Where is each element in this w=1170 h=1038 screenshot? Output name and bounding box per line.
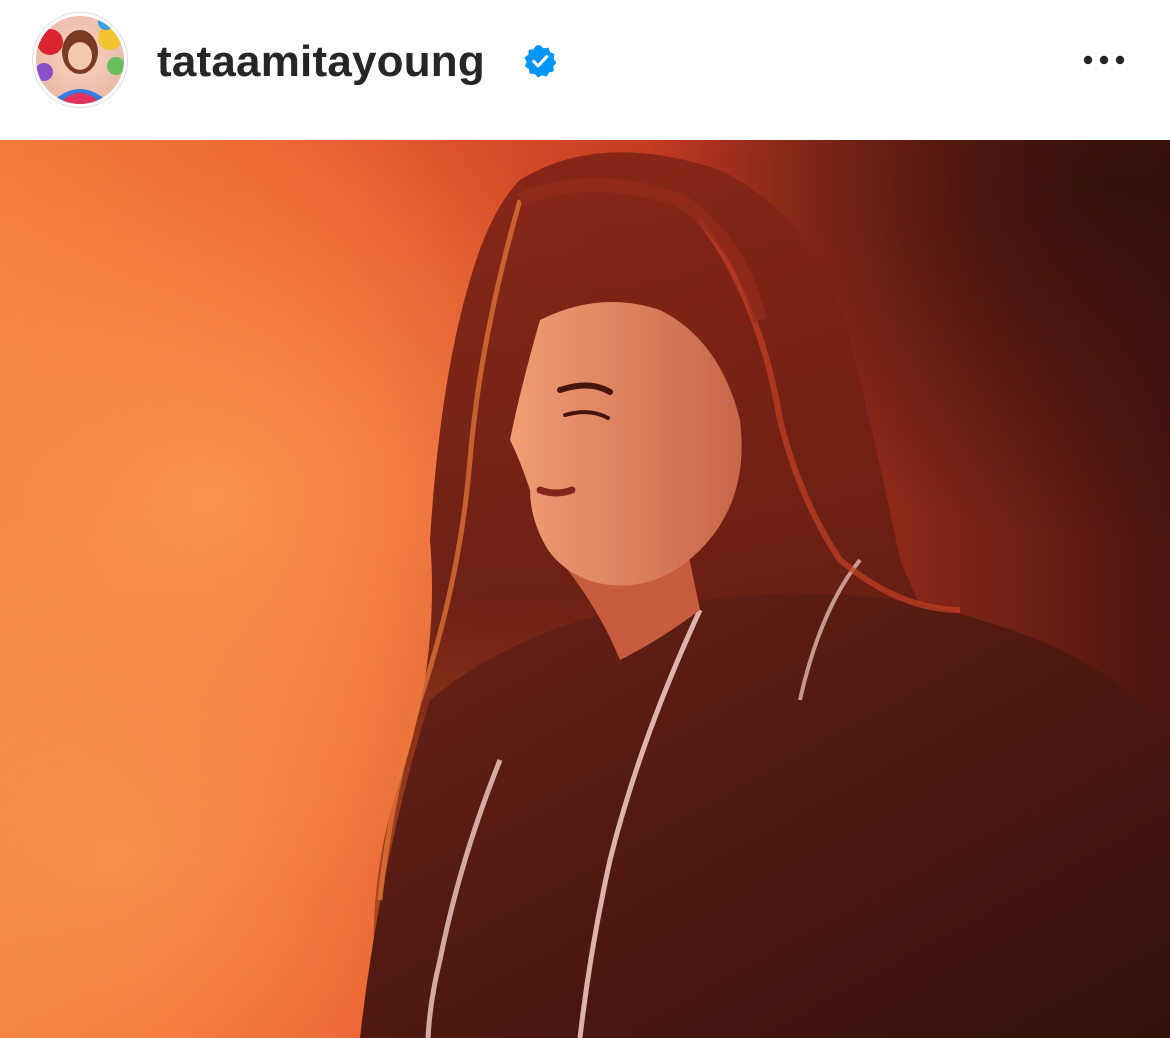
avatar-image bbox=[36, 16, 124, 104]
instagram-post: tataamitayoung bbox=[0, 0, 1170, 1038]
username[interactable]: tataamitayoung bbox=[157, 35, 485, 89]
more-options-button[interactable] bbox=[1072, 40, 1136, 80]
post-photo[interactable] bbox=[0, 140, 1170, 1038]
post-photo-image bbox=[0, 140, 1170, 1038]
more-options-icon bbox=[1083, 55, 1125, 65]
profile-avatar[interactable] bbox=[33, 13, 127, 107]
post-header: tataamitayoung bbox=[0, 0, 1170, 140]
verified-badge-icon bbox=[524, 45, 557, 78]
